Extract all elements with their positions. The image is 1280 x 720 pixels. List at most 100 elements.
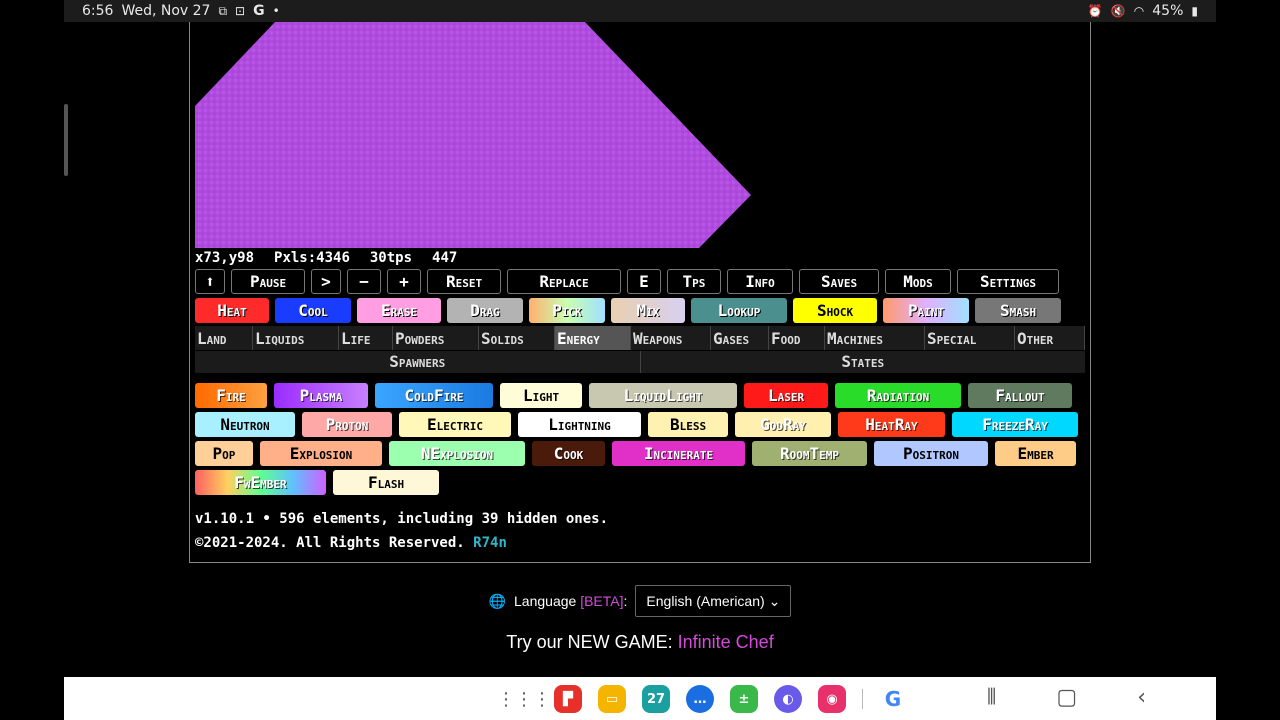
element-freezeray-button[interactable]: FreezeRay — [952, 412, 1078, 437]
subcategory-bar: Spawners States — [195, 351, 1085, 373]
beta-tag: [BETA] — [580, 593, 624, 609]
purple-blob — [195, 22, 751, 248]
tab-special[interactable]: Special — [925, 326, 1015, 350]
replace-button[interactable]: Replace — [507, 269, 621, 294]
chevron-down-icon: ⌄ — [768, 592, 781, 609]
element-explosion-button[interactable]: Explosion — [260, 441, 382, 466]
author-link[interactable]: R74n — [473, 535, 507, 551]
screen-recorder-icon[interactable]: ◉ — [818, 685, 846, 713]
messages-icon[interactable]: … — [686, 685, 714, 713]
cut-off-text — [0, 668, 1280, 677]
tab-life[interactable]: Life — [339, 326, 393, 350]
tab-energy[interactable]: Energy — [555, 326, 631, 350]
e-button[interactable]: E — [627, 269, 661, 294]
reset-button[interactable]: Reset — [427, 269, 501, 294]
shock-tool-button[interactable]: Shock — [793, 298, 877, 323]
mix-tool-button[interactable]: Mix — [611, 298, 685, 323]
pixel-count: Pxls:4346 — [274, 250, 350, 266]
element-fire-button[interactable]: Fire — [195, 383, 267, 408]
promo-link[interactable]: Infinite Chef — [678, 632, 774, 652]
erase-tool-button[interactable]: Erase — [357, 298, 441, 323]
cursor-coords: x73,y98 — [195, 250, 255, 266]
my-files-icon[interactable]: ▭ — [598, 685, 626, 713]
element-pop-button[interactable]: Pop — [195, 441, 253, 466]
element-cook-button[interactable]: Cook — [532, 441, 605, 466]
sandboxels-game: x73,y98 Pxls:4346 30tps 447 ⬆ Pause > − + Res… — [189, 22, 1091, 563]
subcategory-spawners[interactable]: Spawners — [195, 351, 640, 373]
flipboard-icon[interactable]: ▛ — [554, 685, 582, 713]
lookup-tool-button[interactable]: Lookup — [691, 298, 787, 323]
drag-tool-button[interactable]: Drag — [447, 298, 523, 323]
element-nexplosion-button[interactable]: NExplosion — [389, 441, 525, 466]
language-select[interactable]: English (American) ⌄ — [635, 585, 792, 617]
element-coldfire-button[interactable]: ColdFire — [375, 383, 493, 408]
element-heatray-button[interactable]: HeatRay — [838, 412, 945, 437]
info-button[interactable]: Info — [727, 269, 793, 294]
game-canvas[interactable] — [195, 22, 1085, 248]
element-ember-button[interactable]: Ember — [995, 441, 1076, 466]
tab-other[interactable]: Other — [1015, 326, 1085, 350]
element-godray-button[interactable]: GodRay — [735, 412, 831, 437]
element-laser-button[interactable]: Laser — [744, 383, 828, 408]
app-drawer-icon[interactable]: ⋮⋮⋮ — [497, 685, 551, 713]
element-roomtemp-button[interactable]: RoomTemp — [752, 441, 867, 466]
tab-powders[interactable]: Powders — [393, 326, 479, 350]
calendar-icon[interactable]: 27 — [642, 685, 670, 713]
tab-food[interactable]: Food — [769, 326, 825, 350]
wifi-icon: ◠ — [1133, 4, 1145, 18]
mods-button[interactable]: Mods — [885, 269, 951, 294]
mute-icon: 🔇 — [1110, 4, 1126, 18]
element-fallout-button[interactable]: Fallout — [968, 383, 1072, 408]
dock-separator — [862, 689, 863, 709]
chrome-icon[interactable]: G — [879, 685, 907, 713]
battery-percent: 45% — [1152, 3, 1184, 19]
heat-tool-button[interactable]: Heat — [195, 298, 269, 323]
element-flash-button[interactable]: Flash — [333, 470, 439, 495]
screenshot-icon: ⧉ — [218, 3, 228, 18]
step-button[interactable]: > — [311, 269, 341, 294]
status-date: Wed, Nov 27 — [121, 3, 211, 19]
tab-machines[interactable]: Machines — [825, 326, 925, 350]
tab-land[interactable]: Land — [195, 326, 253, 350]
element-liquidlight-button[interactable]: LiquidLight — [589, 383, 737, 408]
minus-button[interactable]: − — [347, 269, 381, 294]
tab-liquids[interactable]: Liquids — [253, 326, 339, 350]
pause-button[interactable]: Pause — [231, 269, 305, 294]
element-row: FwEmber Flash — [195, 470, 1087, 495]
element-incinerate-button[interactable]: Incinerate — [612, 441, 745, 466]
internet-icon[interactable]: ◐ — [774, 685, 802, 713]
edge-panel-handle[interactable] — [64, 104, 68, 176]
controls-toolbar: ⬆ Pause > − + Reset Replace E Tps Info Saves Mods Se… — [195, 269, 1059, 294]
element-electric-button[interactable]: Electric — [399, 412, 511, 437]
up-arrow-button[interactable]: ⬆ — [195, 269, 225, 294]
element-neutron-button[interactable]: Neutron — [195, 412, 295, 437]
home-icon[interactable]: ▢ — [1056, 685, 1077, 710]
copyright-text: ©2021-2024. All Rights Reserved. — [195, 535, 465, 551]
subcategory-states[interactable]: States — [639, 351, 1086, 373]
element-fwember-button[interactable]: FwEmber — [195, 470, 326, 495]
element-proton-button[interactable]: Proton — [302, 412, 392, 437]
element-lightning-button[interactable]: Lightning — [518, 412, 641, 437]
tab-weapons[interactable]: Weapons — [631, 326, 711, 350]
tab-solids[interactable]: Solids — [479, 326, 555, 350]
element-radiation-button[interactable]: Radiation — [835, 383, 961, 408]
smash-tool-button[interactable]: Smash — [975, 298, 1061, 323]
settings-button[interactable]: Settings — [957, 269, 1059, 294]
paint-tool-button[interactable]: Paint — [883, 298, 969, 323]
element-light-button[interactable]: Light — [500, 383, 582, 408]
cool-tool-button[interactable]: Cool — [275, 298, 351, 323]
element-plasma-button[interactable]: Plasma — [274, 383, 368, 408]
version-info: v1.10.1 • 596 elements, including 39 hid… — [195, 511, 609, 527]
plus-button[interactable]: + — [387, 269, 421, 294]
screen-record-icon: ⊡ — [235, 4, 246, 18]
calculator-icon[interactable]: ± — [730, 685, 758, 713]
element-positron-button[interactable]: Positron — [874, 441, 988, 466]
android-nav-bar: ⋮⋮⋮ ▛ ▭ 27 … ± ◐ ◉ G ⦀ ▢ ‹ — [64, 677, 1216, 720]
recents-icon[interactable]: ⦀ — [987, 685, 997, 710]
saves-button[interactable]: Saves — [799, 269, 879, 294]
tab-gases[interactable]: Gases — [711, 326, 769, 350]
tps-button[interactable]: Tps — [667, 269, 721, 294]
pick-tool-button[interactable]: Pick — [529, 298, 605, 323]
back-icon[interactable]: ‹ — [1137, 685, 1146, 710]
element-bless-button[interactable]: Bless — [648, 412, 728, 437]
